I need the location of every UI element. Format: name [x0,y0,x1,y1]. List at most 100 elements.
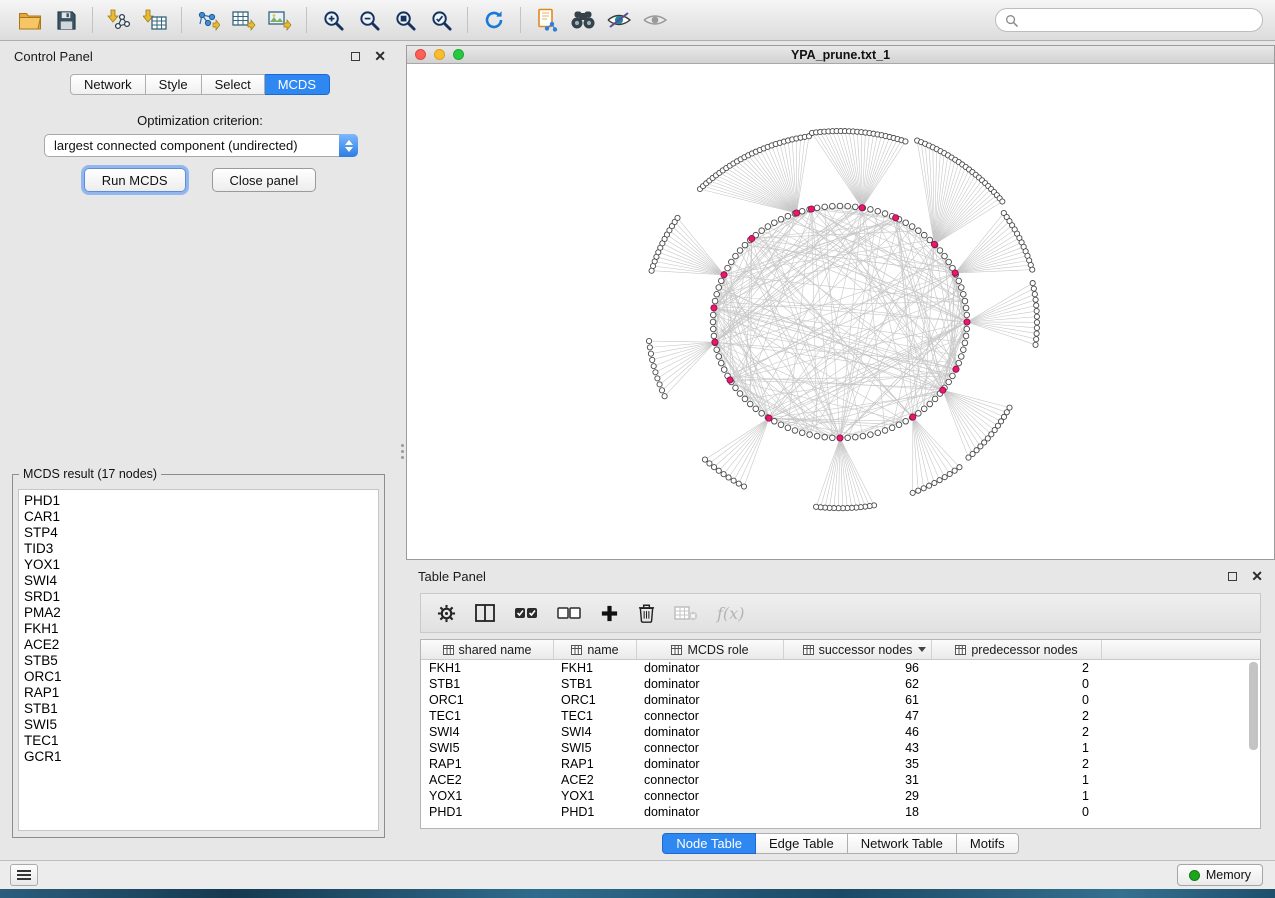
zoom-out-button[interactable] [351,5,387,35]
table-cell: PHD1 [554,805,637,819]
search-network-button[interactable] [565,5,601,35]
mcds-result-item[interactable]: PHD1 [24,493,378,509]
table-cell: ACE2 [421,773,554,787]
import-network-button[interactable] [101,5,137,35]
tab-select[interactable]: Select [202,74,265,95]
column-header-shared-name[interactable]: shared name [421,640,554,659]
mcds-result-item[interactable]: PMA2 [24,605,378,621]
show-columns-button[interactable] [475,604,495,622]
export-table-button[interactable] [226,5,262,35]
table-row[interactable]: FKH1FKH1dominator962 [421,660,1260,676]
table-row[interactable]: RAP1RAP1dominator352 [421,756,1260,772]
node-table-header: shared name name MCDS role successor nod… [421,640,1260,660]
tab-node-table[interactable]: Node Table [662,833,756,854]
column-header-filler [1102,640,1260,659]
mcds-result-item[interactable]: STB1 [24,701,378,717]
zoom-fit-button[interactable] [387,5,423,35]
close-panel-icon[interactable]: ✕ [1251,569,1263,583]
tab-network-table[interactable]: Network Table [848,833,957,854]
mcds-result-item[interactable]: RAP1 [24,685,378,701]
run-mcds-button[interactable]: Run MCDS [84,168,186,192]
sort-dropdown-icon[interactable] [918,647,926,652]
criterion-dropdown[interactable]: largest connected component (undirected) [44,134,358,157]
table-settings-button[interactable] [437,604,456,623]
table-row[interactable]: TEC1TEC1connector472 [421,708,1260,724]
vertical-splitter[interactable] [399,45,405,857]
zoom-in-button[interactable] [315,5,351,35]
column-header-name[interactable]: name [554,640,637,659]
mcds-result-item[interactable]: ACE2 [24,637,378,653]
table-cell: dominator [637,693,784,707]
import-table-button[interactable] [137,5,173,35]
export-image-button[interactable] [262,5,298,35]
float-panel-icon[interactable] [1228,572,1237,581]
mcds-result-item[interactable]: SWI5 [24,717,378,733]
table-cell: 0 [932,693,1102,707]
table-cell: SWI4 [554,725,637,739]
table-row[interactable]: STB1STB1dominator620 [421,676,1260,692]
network-window-titlebar: YPA_prune.txt_1 [407,46,1274,64]
table-row[interactable]: SWI5SWI5connector431 [421,740,1260,756]
eye-slash-icon [606,10,632,30]
table-row[interactable]: ACE2ACE2connector311 [421,772,1260,788]
add-column-button[interactable] [600,604,619,623]
tab-edge-table[interactable]: Edge Table [756,833,848,854]
delete-column-button[interactable] [638,603,655,623]
copy-network-button[interactable] [529,5,565,35]
mcds-result-item[interactable]: YOX1 [24,557,378,573]
table-row[interactable]: PHD1PHD1dominator180 [421,804,1260,820]
tab-mcds[interactable]: MCDS [265,74,330,95]
close-panel-button[interactable]: Close panel [212,168,317,192]
network-canvas[interactable] [407,64,1274,559]
table-cell: RAP1 [554,757,637,771]
hide-graphics-details-button [637,5,673,35]
table-row[interactable]: YOX1YOX1connector291 [421,788,1260,804]
open-session-button[interactable] [12,5,48,35]
tab-motifs[interactable]: Motifs [957,833,1019,854]
apply-layout-button[interactable] [476,5,512,35]
deselect-all-button[interactable] [557,604,581,622]
column-header-successor-nodes[interactable]: successor nodes [784,640,932,659]
table-cell: STB1 [554,677,637,691]
memory-button[interactable]: Memory [1177,864,1263,886]
column-label: predecessor nodes [971,643,1077,657]
table-cell: YOX1 [554,789,637,803]
mcds-result-item[interactable]: SWI4 [24,573,378,589]
toolbar-search-box[interactable] [995,8,1263,32]
mcds-result-item[interactable]: SRD1 [24,589,378,605]
table-row[interactable]: ORC1ORC1dominator610 [421,692,1260,708]
search-input[interactable] [1023,13,1253,27]
mcds-result-item[interactable]: STB5 [24,653,378,669]
table-grid-icon [671,645,682,655]
mcds-result-item[interactable]: TEC1 [24,733,378,749]
table-panel-title: Table Panel [418,569,486,584]
mcds-result-item[interactable]: STP4 [24,525,378,541]
export-network-button[interactable] [190,5,226,35]
control-panel: Control Panel ✕ Network Style Select MCD… [2,45,398,858]
close-panel-icon[interactable]: ✕ [374,49,386,63]
tab-network[interactable]: Network [70,74,146,95]
zoom-selected-icon [430,9,453,32]
network-graph[interactable] [407,64,1274,559]
table-cell: ACE2 [554,773,637,787]
table-row[interactable]: SWI4SWI4dominator462 [421,724,1260,740]
tab-style[interactable]: Style [146,74,202,95]
save-session-button[interactable] [48,5,84,35]
mcds-result-item[interactable]: TID3 [24,541,378,557]
main-toolbar [0,0,1275,41]
mcds-result-item[interactable]: FKH1 [24,621,378,637]
select-all-button[interactable] [514,604,538,622]
column-header-predecessor-nodes[interactable]: predecessor nodes [932,640,1102,659]
table-scrollbar-thumb[interactable] [1249,662,1258,750]
table-cell: dominator [637,757,784,771]
float-panel-icon[interactable] [351,52,360,61]
show-graphics-details-button[interactable] [601,5,637,35]
column-header-mcds-role[interactable]: MCDS role [637,640,784,659]
mcds-result-item[interactable]: CAR1 [24,509,378,525]
status-menu-button[interactable] [10,864,38,886]
mcds-result-list[interactable]: PHD1CAR1STP4TID3YOX1SWI4SRD1PMA2FKH1ACE2… [18,489,379,831]
zoom-selected-button[interactable] [423,5,459,35]
mcds-result-item[interactable]: GCR1 [24,749,378,765]
table-cell: connector [637,789,784,803]
mcds-result-item[interactable]: ORC1 [24,669,378,685]
